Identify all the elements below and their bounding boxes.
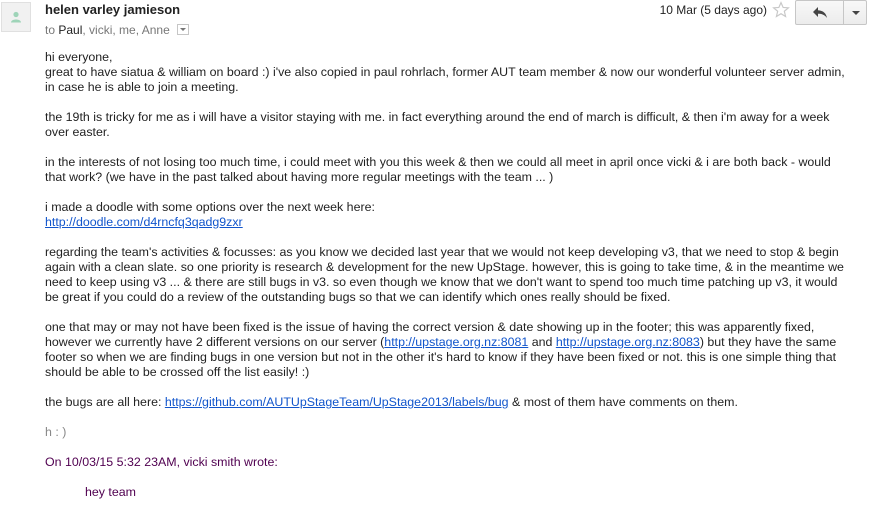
bugs-intro: the bugs are all here: <box>45 395 165 409</box>
paragraph-4: i made a doodle with some options over t… <box>45 200 850 230</box>
sender-avatar <box>1 2 31 32</box>
reply-button[interactable] <box>795 0 844 25</box>
and-text: and <box>528 335 556 349</box>
server-8081-link[interactable]: http://upstage.org.nz:8081 <box>384 335 528 349</box>
message-date[interactable]: 10 Mar (5 days ago) <box>660 3 767 17</box>
bugs-outro: & most of them have comments on them. <box>508 395 738 409</box>
paragraph-2: the 19th is tricky for me as i will have… <box>45 110 830 139</box>
doodle-link[interactable]: http://doodle.com/d4rncfq3qadg9zxr <box>45 215 243 229</box>
github-bugs-link[interactable]: https://github.com/AUTUpStageTeam/UpStag… <box>165 395 509 409</box>
quote-header: On 10/03/15 5:32 23AM, vicki smith wrote… <box>45 455 278 469</box>
reply-icon <box>813 7 827 18</box>
paragraph-3: in the interests of not losing too much … <box>45 155 831 184</box>
server-8083-link[interactable]: http://upstage.org.nz:8083 <box>556 335 700 349</box>
recipient-primary[interactable]: Paul <box>58 23 82 37</box>
quoted-text: hey team <box>85 485 136 499</box>
doodle-intro: i made a doodle with some options over t… <box>45 200 375 214</box>
recipient-others[interactable]: , vicki, me, Anne <box>82 23 169 37</box>
recipients-line: to Paul, vicki, me, Anne <box>45 23 190 37</box>
signature: h : ) <box>45 425 67 439</box>
message-body: hi everyone, great to have siatua & will… <box>45 50 850 500</box>
contact-avatar-icon <box>11 11 21 23</box>
recipients-dropdown-icon[interactable] <box>177 24 190 35</box>
paragraph-7: the bugs are all here: https://github.co… <box>45 395 850 410</box>
to-prefix: to <box>45 23 56 37</box>
greeting: hi everyone, <box>45 50 113 64</box>
star-icon[interactable] <box>772 1 790 19</box>
more-options-icon[interactable] <box>843 0 867 25</box>
paragraph-6: one that may or may not have been fixed … <box>45 320 850 380</box>
paragraph-5: regarding the team's activities & focuss… <box>45 245 844 304</box>
sender-name[interactable]: helen varley jamieson <box>45 2 180 17</box>
paragraph-1: great to have siatua & william on board … <box>45 65 845 94</box>
